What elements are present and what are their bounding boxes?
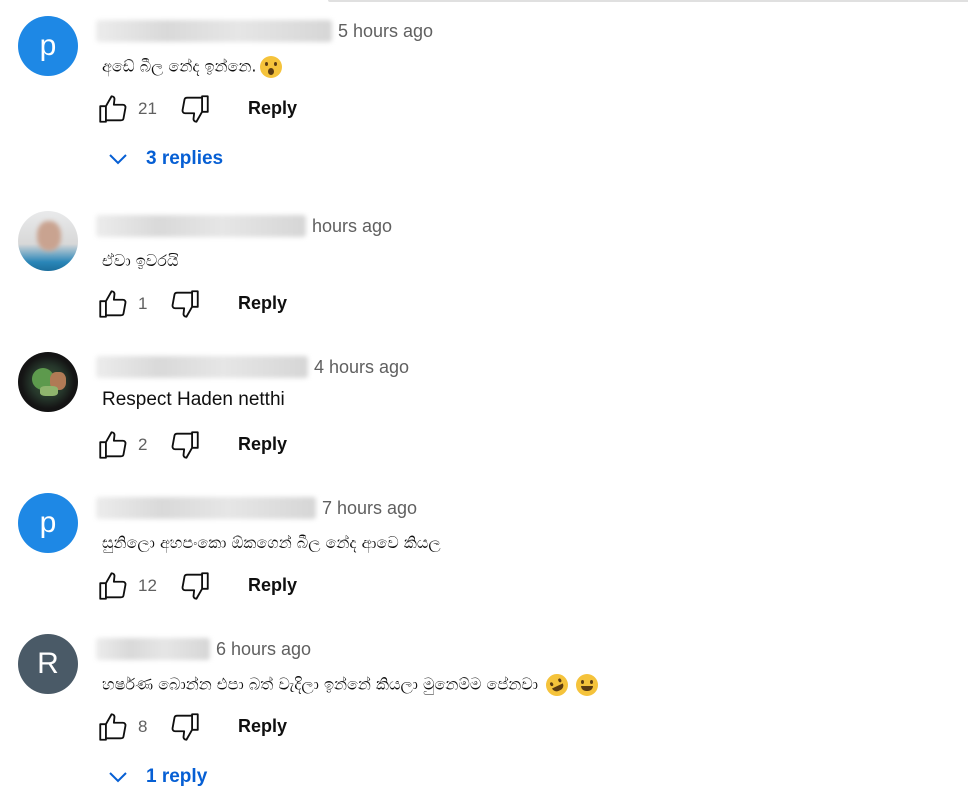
reply-button[interactable]: Reply — [238, 293, 287, 314]
replies-count-label: 3 replies — [146, 148, 224, 169]
avatar[interactable] — [18, 352, 78, 412]
thumb-down-icon — [171, 713, 199, 741]
like-button[interactable] — [96, 710, 130, 744]
comment-timestamp[interactable]: hours ago — [312, 216, 392, 237]
reply-button[interactable]: Reply — [248, 98, 297, 119]
like-count: 2 — [138, 435, 148, 454]
view-replies-button[interactable]: 3 replies — [106, 144, 223, 174]
avatar-photo — [37, 221, 61, 251]
comment-actions: 8 Reply — [96, 710, 336, 746]
thumb-up-icon — [99, 713, 127, 741]
like-count: 21 — [138, 99, 157, 118]
dislike-button[interactable] — [178, 569, 212, 603]
view-replies-button[interactable]: 1 reply — [106, 762, 207, 792]
thumb-down-icon — [171, 431, 199, 459]
comment-header: hours ago — [96, 213, 392, 239]
comment-text: Respect Haden netthi — [102, 389, 285, 410]
comment-actions: 1 Reply — [96, 287, 336, 323]
avatar[interactable]: R — [18, 634, 78, 694]
comment-text: අඩේ බීල නේද ඉන්නෙ. — [102, 56, 282, 78]
comment-text: ඒවා ඉවරයි — [102, 251, 179, 270]
avatar[interactable]: p — [18, 493, 78, 553]
dislike-button[interactable] — [178, 92, 212, 126]
comment-text-content: අඩේ බීල නේද ඉන්නෙ. — [102, 56, 257, 76]
comment-timestamp[interactable]: 7 hours ago — [322, 498, 417, 519]
thumb-down-icon — [181, 572, 209, 600]
face-with-tears-of-joy-emoji-icon — [576, 674, 599, 696]
reply-button[interactable]: Reply — [248, 575, 297, 596]
comment-actions: 12 Reply — [96, 569, 336, 605]
like-button[interactable] — [96, 92, 130, 126]
comment-actions: 2 Reply — [96, 428, 336, 464]
dislike-button[interactable] — [168, 287, 202, 321]
avatar[interactable]: p — [18, 16, 78, 76]
dislike-button[interactable] — [168, 428, 202, 462]
thumb-up-icon — [99, 572, 127, 600]
comment-header: 7 hours ago — [96, 495, 417, 521]
thumb-up-icon — [99, 95, 127, 123]
comment-header: 4 hours ago — [96, 354, 409, 380]
dislike-button[interactable] — [168, 710, 202, 744]
like-button[interactable] — [96, 287, 130, 321]
thumb-down-icon — [181, 95, 209, 123]
comment-text: සුනිලො අහපංකො ඕකගෙන් බීල නේද ආවෙ කියල — [102, 533, 441, 552]
avatar[interactable] — [18, 211, 78, 271]
author-name-redacted[interactable] — [96, 215, 306, 237]
like-button[interactable] — [96, 569, 130, 603]
thumb-up-icon — [99, 431, 127, 459]
comment-actions: 21 Reply — [96, 92, 336, 128]
comment-timestamp[interactable]: 5 hours ago — [338, 21, 433, 42]
astonished-face-emoji-icon — [259, 56, 282, 78]
reply-button[interactable]: Reply — [238, 716, 287, 737]
chevron-down-icon — [109, 772, 127, 783]
reply-button[interactable]: Reply — [238, 434, 287, 455]
top-divider — [328, 0, 968, 2]
rolling-on-floor-laughing-emoji-icon — [542, 670, 572, 700]
comment-timestamp[interactable]: 4 hours ago — [314, 357, 409, 378]
author-name-redacted[interactable] — [96, 20, 332, 42]
like-count: 8 — [138, 717, 148, 736]
like-count: 12 — [138, 576, 157, 595]
comment-text: හර්ෂණ බොන්න එපා බත් වැදිලා ඉන්නේ කියලා ම… — [102, 670, 599, 700]
avatar-photo-detail — [40, 386, 58, 396]
like-button[interactable] — [96, 428, 130, 462]
thumb-up-icon — [99, 290, 127, 318]
like-count: 1 — [138, 294, 148, 313]
thumb-down-icon — [171, 290, 199, 318]
comment-header: 6 hours ago — [96, 636, 311, 662]
replies-count-label: 1 reply — [146, 766, 208, 787]
author-name-redacted[interactable] — [96, 497, 316, 519]
chevron-down-icon — [109, 154, 127, 165]
author-name-redacted[interactable] — [96, 638, 210, 660]
comment-timestamp[interactable]: 6 hours ago — [216, 639, 311, 660]
comment-text-content: හර්ෂණ බොන්න එපා බත් වැදිලා ඉන්නේ කියලා ම… — [102, 674, 538, 694]
comment-header: 5 hours ago — [96, 18, 433, 44]
author-name-redacted[interactable] — [96, 356, 308, 378]
